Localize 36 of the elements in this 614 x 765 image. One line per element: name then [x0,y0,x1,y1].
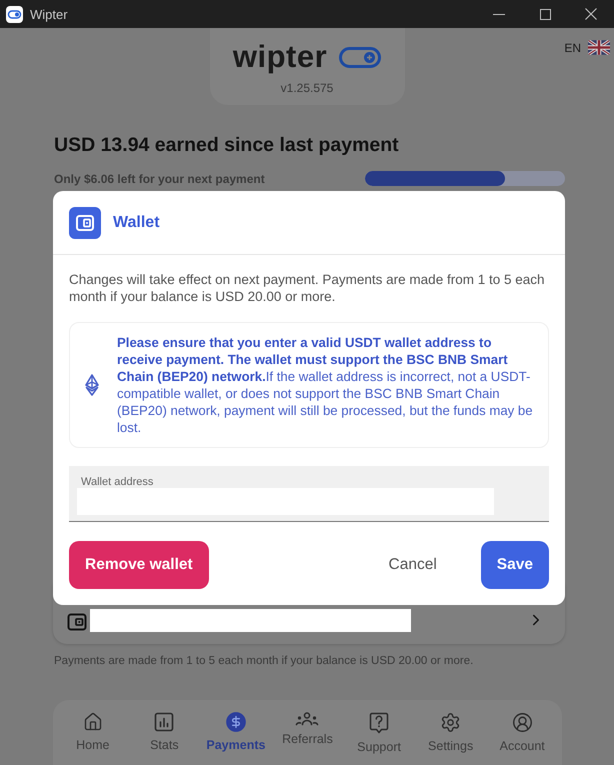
app-icon [6,6,23,22]
wallet-address-field[interactable]: Wallet address [69,466,549,522]
user-icon [512,712,533,733]
wallet-icon [67,612,87,632]
earnings-heading: USD 13.94 earned since last payment [54,133,400,157]
version-label: v1.25.575 [280,81,334,95]
diamond-icon [85,374,99,396]
home-icon [82,712,103,732]
nav-tab[interactable]: Settings [414,712,486,765]
question-bubble-icon [369,712,390,734]
flag-icon[interactable] [588,40,610,55]
save-button[interactable]: Save [480,541,549,589]
nav-tab[interactable]: Home [57,712,129,765]
people-icon [295,712,320,726]
nav-tab[interactable]: Referrals [272,712,344,765]
window-title: Wipter [30,6,68,22]
bar-chart-icon [154,712,174,732]
warning-text: Please ensure that you enter a valid USDT wallet address to receive payment. The wallet must support the BSC BNB Smart Chain (BEP20) network.If the wallet address is incorrect, not a USDT-compatible wallet, or does not support the BSC BNB Smart Chain (BEP20) network, payment will still be processed, but the funds may be lost. [117,334,534,436]
language-label[interactable]: EN [564,40,581,54]
payment-schedule-note: Payments are made from 1 to 5 each month if your balance is USD 20.00 or more. [54,654,474,669]
close-icon [585,8,597,20]
remove-wallet-button[interactable]: Remove wallet [69,541,209,589]
wordmark: wipter [232,40,328,74]
settings-icon [440,712,462,733]
nav-tab[interactable]: Stats [128,712,200,765]
dialog-title: Wallet [113,214,160,232]
dialog-notice: Changes will take effect on next payment. Payments are made from 1 to 5 each month if your balance is USD 20.00 or more. [69,271,546,305]
cancel-button[interactable]: Cancel [372,541,453,589]
toggle-icon [339,46,382,68]
maximize-icon [540,8,550,20]
remaining-label: Only $6.06 left for your next payment [54,172,265,186]
nav-tab[interactable]: Support [343,712,415,765]
dollar-icon [226,712,246,732]
wallet-icon [69,206,101,238]
nav-tab[interactable]: Payments [200,712,272,765]
nav-tab[interactable]: Account [486,712,558,765]
